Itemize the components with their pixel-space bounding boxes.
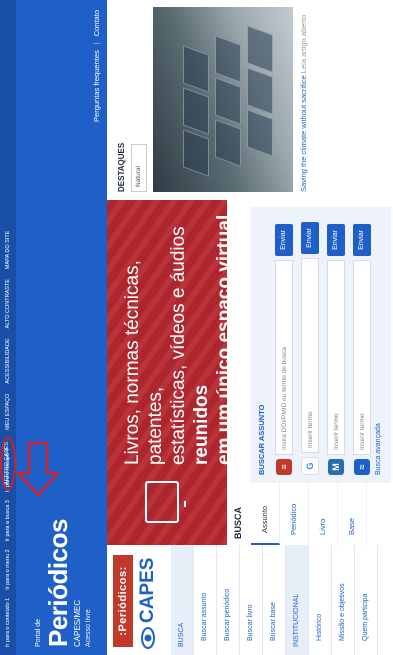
hero-text: Livros, normas técnicas, patentes, estat… <box>121 210 227 465</box>
periodicos-logo[interactable]: :Periódicos: <box>113 555 133 647</box>
capes-logo[interactable]: CAPES <box>137 558 159 649</box>
tab-base[interactable]: Base <box>338 483 367 545</box>
ezproxy-icon: ≡ <box>276 459 292 475</box>
send-button[interactable]: Enviar <box>353 224 371 256</box>
solar-panel-shape <box>247 67 273 115</box>
sidebar-item-quem-participa[interactable]: Quem participa <box>355 545 378 655</box>
destaques-caption: Saving the climate without sacrifice Lei… <box>299 7 309 192</box>
send-button[interactable]: Enviar <box>275 224 293 256</box>
hero-bold-word: reunidos <box>191 384 212 465</box>
sidebar-item-buscar-livro[interactable]: Buscar livro <box>240 545 263 655</box>
search-input[interactable]: Insira DOI/PMID ou termo de busca <box>275 260 293 455</box>
header-links: Perguntas frequentes | Contato <box>92 10 101 122</box>
portal-label: Portal de <box>35 618 42 647</box>
destaques-article-link[interactable]: Saving the climate without sacrifice <box>299 75 308 192</box>
hero-line-1: Livros, normas técnicas, patentes, <box>122 260 166 465</box>
advanced-search-link[interactable]: Busca avançada <box>375 423 382 475</box>
solar-panel-shape <box>183 87 209 135</box>
search-input[interactable]: Inserir termo <box>353 260 371 455</box>
destaques-panel: DESTAQUES Natural Saving the climate wit… <box>107 0 393 200</box>
link-separator: | <box>92 42 101 45</box>
sidebar-section-busca[interactable]: BUSCA <box>171 545 194 655</box>
lm-icon: M <box>328 459 344 475</box>
portal-subtitle: CAPES/MEC <box>73 599 82 647</box>
skip-to-search-link[interactable]: Ir para a busca 3 <box>5 500 11 541</box>
scholar-icon: ≈ <box>354 459 370 475</box>
access-label: Acesso livre <box>85 609 92 647</box>
send-button[interactable]: Enviar <box>301 222 319 254</box>
periodicos-page: Ir para o conteúdo 1 Ir para o menu 2 Ir… <box>0 0 393 655</box>
hero-banner[interactable]: Livros, normas técnicas, patentes, estat… <box>107 200 227 545</box>
sidebar-item-missao[interactable]: Missão e objetivos <box>332 545 355 655</box>
solar-panel-shape <box>215 77 241 125</box>
capes-logo-text: CAPES <box>137 557 158 623</box>
site-header: Ir para o conteúdo 1 Ir para o menu 2 Ir… <box>0 0 107 655</box>
acessibilidade-link[interactable]: ACESSIBILIDADE <box>5 338 11 383</box>
tab-periodico[interactable]: Periódico <box>280 483 309 545</box>
destaques-article-note: Leia artigo aberto <box>299 14 308 74</box>
search-tabs: Assunto Periódico Livro Base <box>251 483 367 545</box>
search-row: ≈ Inserir termo Enviar <box>351 224 373 475</box>
top-nav: ACESSO CAPES MEU ESPAÇO ACESSIBILIDADE A… <box>1 231 15 498</box>
top-bar: Ir para o conteúdo 1 Ir para o menu 2 Ir… <box>0 0 16 655</box>
search-row: ≡ Insira DOI/PMID ou termo de busca Envi… <box>273 224 295 475</box>
hero-line-2: estatísticas, vídeos e áudios <box>168 226 189 465</box>
meu-espaco-link[interactable]: MEU ESPAÇO <box>5 394 11 430</box>
search-row: M Inserir termo Enviar <box>325 224 347 475</box>
skip-to-menu-link[interactable]: Ir para o menu 2 <box>5 549 11 589</box>
send-button[interactable]: Enviar <box>327 224 345 256</box>
destaques-title: DESTAQUES <box>117 142 126 192</box>
search-box: BUSCA Assunto Periódico Livro Base BUSCA… <box>227 200 393 545</box>
solar-panel-shape <box>183 129 209 177</box>
search-input[interactable]: Inserir termo <box>327 260 345 455</box>
search-panel-label: BUSCAR ASSUNTO <box>257 404 266 475</box>
solar-panel-shape <box>247 25 273 73</box>
tab-livro[interactable]: Livro <box>309 483 338 545</box>
annotation-arrow-icon <box>16 441 60 497</box>
skip-to-content-link[interactable]: Ir para o conteúdo 1 <box>5 598 11 647</box>
screenshot-frame: Ir para o conteúdo 1 Ir para o menu 2 Ir… <box>0 0 393 655</box>
sidebar-item-buscar-assunto[interactable]: Buscar assunto <box>194 545 217 655</box>
hero-line-3: em um único espaço virtual <box>214 214 227 465</box>
sidebar-item-buscar-periodico[interactable]: Buscar periódico <box>217 545 240 655</box>
solar-panel-shape <box>247 109 273 157</box>
tab-assunto[interactable]: Assunto <box>251 483 280 545</box>
sidebar-item-historico[interactable]: Histórico <box>309 545 332 655</box>
search-row: G Inserir termo Enviar <box>299 222 321 475</box>
page-title[interactable]: Periódicos <box>43 519 74 647</box>
contact-link[interactable]: Contato <box>92 10 101 36</box>
monitor-icon <box>145 481 179 523</box>
faq-link[interactable]: Perguntas frequentes <box>92 50 101 122</box>
mapa-do-site-link[interactable]: MAPA DO SITE <box>5 231 11 269</box>
side-menu: BUSCA Buscar assunto Buscar periódico Bu… <box>171 545 378 655</box>
alto-contraste-link[interactable]: ALTO CONTRASTE <box>5 279 11 328</box>
left-sidebar: :Periódicos: CAPES BUSCA Buscar assunto … <box>107 545 393 655</box>
destaques-image[interactable] <box>153 7 293 192</box>
solar-panel-shape <box>215 35 241 83</box>
sidebar-section-institucional[interactable]: INSTITUCIONAL <box>286 545 309 655</box>
search-input[interactable]: Inserir termo <box>301 258 319 453</box>
acesso-capes-link[interactable]: ACESSO CAPES <box>1 429 15 498</box>
search-title: BUSCA <box>233 506 243 539</box>
capes-emblem-icon <box>141 627 155 649</box>
solar-panel-shape <box>215 119 241 167</box>
destaques-tag[interactable]: Natural <box>131 144 147 192</box>
solar-panel-shape <box>183 45 209 93</box>
google-icon: G <box>301 457 319 475</box>
search-panel: BUSCAR ASSUNTO ≡ Insira DOI/PMID ou term… <box>251 207 391 483</box>
sidebar-item-buscar-base[interactable]: Buscar base <box>263 545 286 655</box>
